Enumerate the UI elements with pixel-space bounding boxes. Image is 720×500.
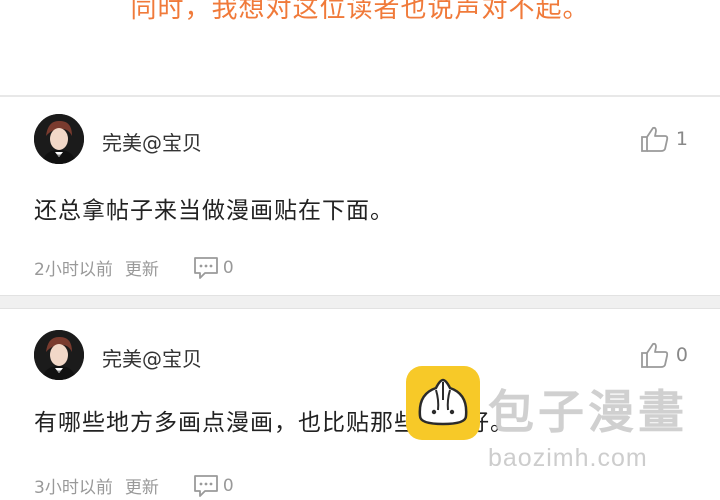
- avatar[interactable]: [34, 114, 84, 164]
- update-link[interactable]: 更新: [125, 255, 159, 280]
- update-link[interactable]: 更新: [125, 473, 159, 498]
- username[interactable]: 完美@宝贝: [102, 343, 202, 372]
- like-count: 0: [675, 344, 688, 366]
- comment-bubble-icon: [193, 256, 218, 279]
- bun-logo-icon: [406, 366, 480, 440]
- like-count: 1: [675, 128, 688, 150]
- comment-item: 完美@宝贝 1 还总拿帖子来当做漫画贴在下面。 2小时以前 更新 0: [0, 97, 720, 295]
- banner-text: 同时，我想对这位读者也说声对不起。: [0, 0, 720, 36]
- watermark-title: 包子漫畫: [488, 385, 688, 439]
- comment-time: 3小时以前: [34, 478, 113, 498]
- watermark-url: baozimh.com: [488, 444, 648, 472]
- comment-meta: 2小时以前 更新 0: [34, 255, 234, 280]
- username[interactable]: 完美@宝贝: [102, 127, 202, 156]
- reply-count: 0: [222, 475, 234, 496]
- avatar-image: [34, 114, 84, 164]
- avatar[interactable]: [34, 330, 84, 380]
- reply-button[interactable]: 0: [193, 474, 234, 498]
- section-divider: [0, 295, 720, 309]
- like-button[interactable]: 1: [640, 125, 688, 153]
- reply-count: 0: [222, 257, 234, 278]
- reply-button[interactable]: 0: [193, 256, 234, 280]
- thumbs-up-icon: [641, 126, 669, 152]
- banner-caption: 同时，我想对这位读者也说声对不起。: [130, 0, 590, 24]
- comment-content: 还总拿帖子来当做漫画贴在下面。: [34, 198, 394, 224]
- bun-icon: [418, 378, 468, 426]
- comment-bubble-icon: [193, 474, 218, 497]
- avatar-image: [34, 330, 84, 380]
- watermark: 包子漫畫 baozimh.com: [404, 364, 704, 474]
- comment-meta: 3小时以前 更新 0: [34, 473, 234, 498]
- comment-time: 2小时以前: [34, 260, 113, 280]
